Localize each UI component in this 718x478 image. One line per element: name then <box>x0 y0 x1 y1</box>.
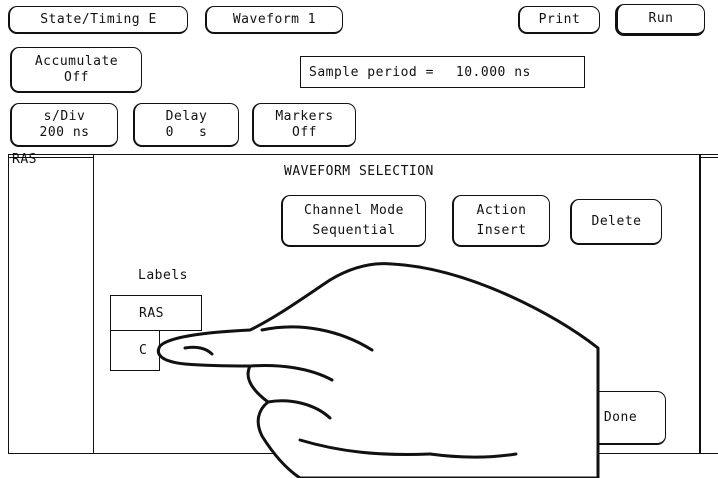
state-timing-menu-button[interactable]: State/Timing E <box>8 6 188 34</box>
channel-mode-value: Sequential <box>312 222 396 238</box>
delay-button[interactable]: Delay 0 s <box>133 103 239 147</box>
label-item-c[interactable]: C <box>110 330 160 371</box>
waveform-selection-dialog: WAVEFORM SELECTION Channel Mode Sequenti… <box>93 154 701 454</box>
waveform-area-left-border <box>8 154 9 454</box>
label-item-c-text: C <box>139 343 148 358</box>
done-label: Done <box>603 409 638 425</box>
sample-period-value: 10.000 ns <box>455 64 531 80</box>
print-button[interactable]: Print <box>518 6 600 34</box>
done-button[interactable]: Done <box>574 391 666 445</box>
delete-label: Delete <box>591 213 642 229</box>
accumulate-value: Off <box>64 69 89 85</box>
delay-label: Delay <box>165 108 208 124</box>
label-item-ras-text: RAS <box>139 305 164 321</box>
sdiv-value: 200 ns <box>39 124 90 140</box>
accumulate-label: Accumulate <box>34 53 119 69</box>
action-button[interactable]: Action Insert <box>452 195 550 247</box>
label-item-ras[interactable]: RAS <box>110 295 202 331</box>
sample-period-label: Sample period = <box>309 64 434 80</box>
markers-button[interactable]: Markers Off <box>252 103 356 147</box>
markers-label: Markers <box>275 108 334 124</box>
delete-button[interactable]: Delete <box>570 199 662 245</box>
labels-list: RAS C <box>110 295 202 371</box>
channel-mode-label: Channel Mode <box>304 202 404 218</box>
action-value: Insert <box>476 222 527 238</box>
waveform-menu-button[interactable]: Waveform 1 <box>205 6 343 34</box>
run-button[interactable]: Run <box>615 4 705 36</box>
run-label: Run <box>648 11 674 26</box>
sample-period-display: Sample period = 10.000 ns <box>300 56 585 88</box>
dialog-title: WAVEFORM SELECTION <box>284 164 434 179</box>
labels-heading: Labels <box>138 268 188 283</box>
print-label: Print <box>538 11 581 27</box>
waveform-channel-label: RAS <box>12 152 37 167</box>
waveform-menu-label: Waveform 1 <box>232 11 317 27</box>
accumulate-button[interactable]: Accumulate Off <box>10 47 142 93</box>
sdiv-label: s/Div <box>43 108 86 124</box>
channel-mode-button[interactable]: Channel Mode Sequential <box>281 195 426 247</box>
action-label: Action <box>476 202 527 218</box>
state-timing-menu-label: State/Timing E <box>40 11 157 27</box>
markers-value: Off <box>292 124 317 140</box>
sdiv-button[interactable]: s/Div 200 ns <box>10 103 118 147</box>
delay-value: 0 s <box>165 124 208 140</box>
